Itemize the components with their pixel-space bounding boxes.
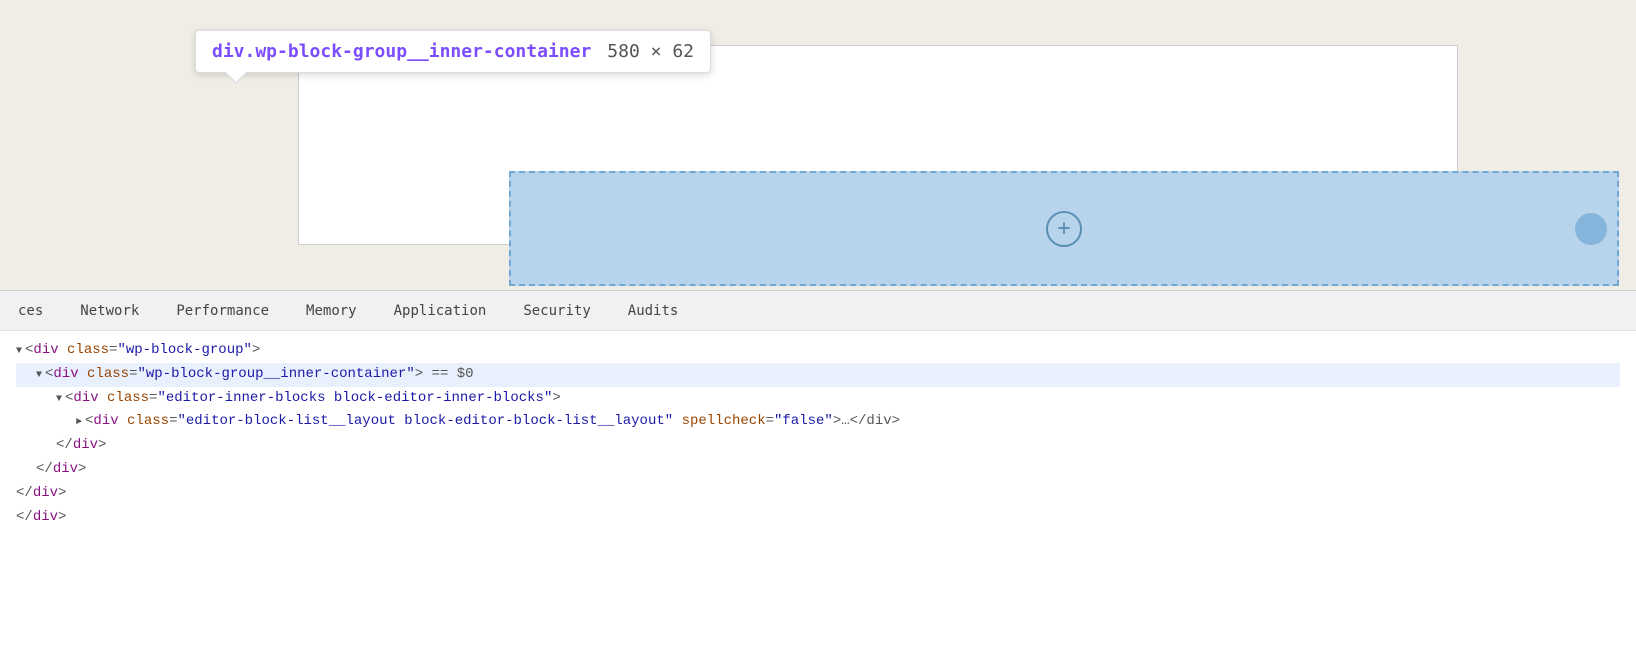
editor-preview-area: div.wp-block-group__inner-container 580 …: [0, 0, 1636, 290]
selected-block-highlight[interactable]: +: [509, 171, 1619, 286]
tooltip-arrow-el: [226, 72, 246, 82]
tab-application[interactable]: Application: [376, 291, 506, 330]
code-line-3: ▼ <div class = "editor-inner-blocks bloc…: [16, 387, 1620, 411]
code-line-2-selected: ▼ <div class = "wp-block-group__inner-co…: [16, 363, 1620, 387]
add-block-button[interactable]: +: [1046, 211, 1082, 247]
tab-audits[interactable]: Audits: [610, 291, 698, 330]
code-close-2: </div>: [16, 458, 1620, 482]
code-close-0: </div>: [16, 506, 1620, 530]
dom-code-view[interactable]: ▼ <div class = "wp-block-group" > ▼ <div…: [0, 331, 1636, 656]
triangle-icon-2: ▼: [36, 367, 42, 384]
editor-frame: +: [298, 45, 1458, 245]
tab-performance[interactable]: Performance: [158, 291, 288, 330]
tab-memory[interactable]: Memory: [288, 291, 376, 330]
triangle-icon-4: ►: [76, 414, 82, 431]
triangle-icon-1: ▼: [16, 343, 22, 360]
tooltip-dimensions: 580 × 62: [607, 41, 694, 62]
tab-sources[interactable]: ces: [0, 291, 62, 330]
triangle-icon-3: ▼: [56, 391, 62, 408]
code-line-1: ▼ <div class = "wp-block-group" >: [16, 339, 1620, 363]
code-close-3: </div>: [16, 434, 1620, 458]
code-close-1: </div>: [16, 482, 1620, 506]
element-tooltip: div.wp-block-group__inner-container 580 …: [195, 30, 711, 73]
tab-security[interactable]: Security: [505, 291, 609, 330]
devtools-tab-bar: ces Network Performance Memory Applicati…: [0, 291, 1636, 331]
tooltip-selector: div.wp-block-group__inner-container: [212, 41, 591, 62]
devtools-panel: ces Network Performance Memory Applicati…: [0, 290, 1636, 656]
tab-network[interactable]: Network: [62, 291, 158, 330]
block-handle[interactable]: [1575, 213, 1607, 245]
code-line-4: ► <div class = "editor-block-list__layou…: [16, 410, 1620, 434]
